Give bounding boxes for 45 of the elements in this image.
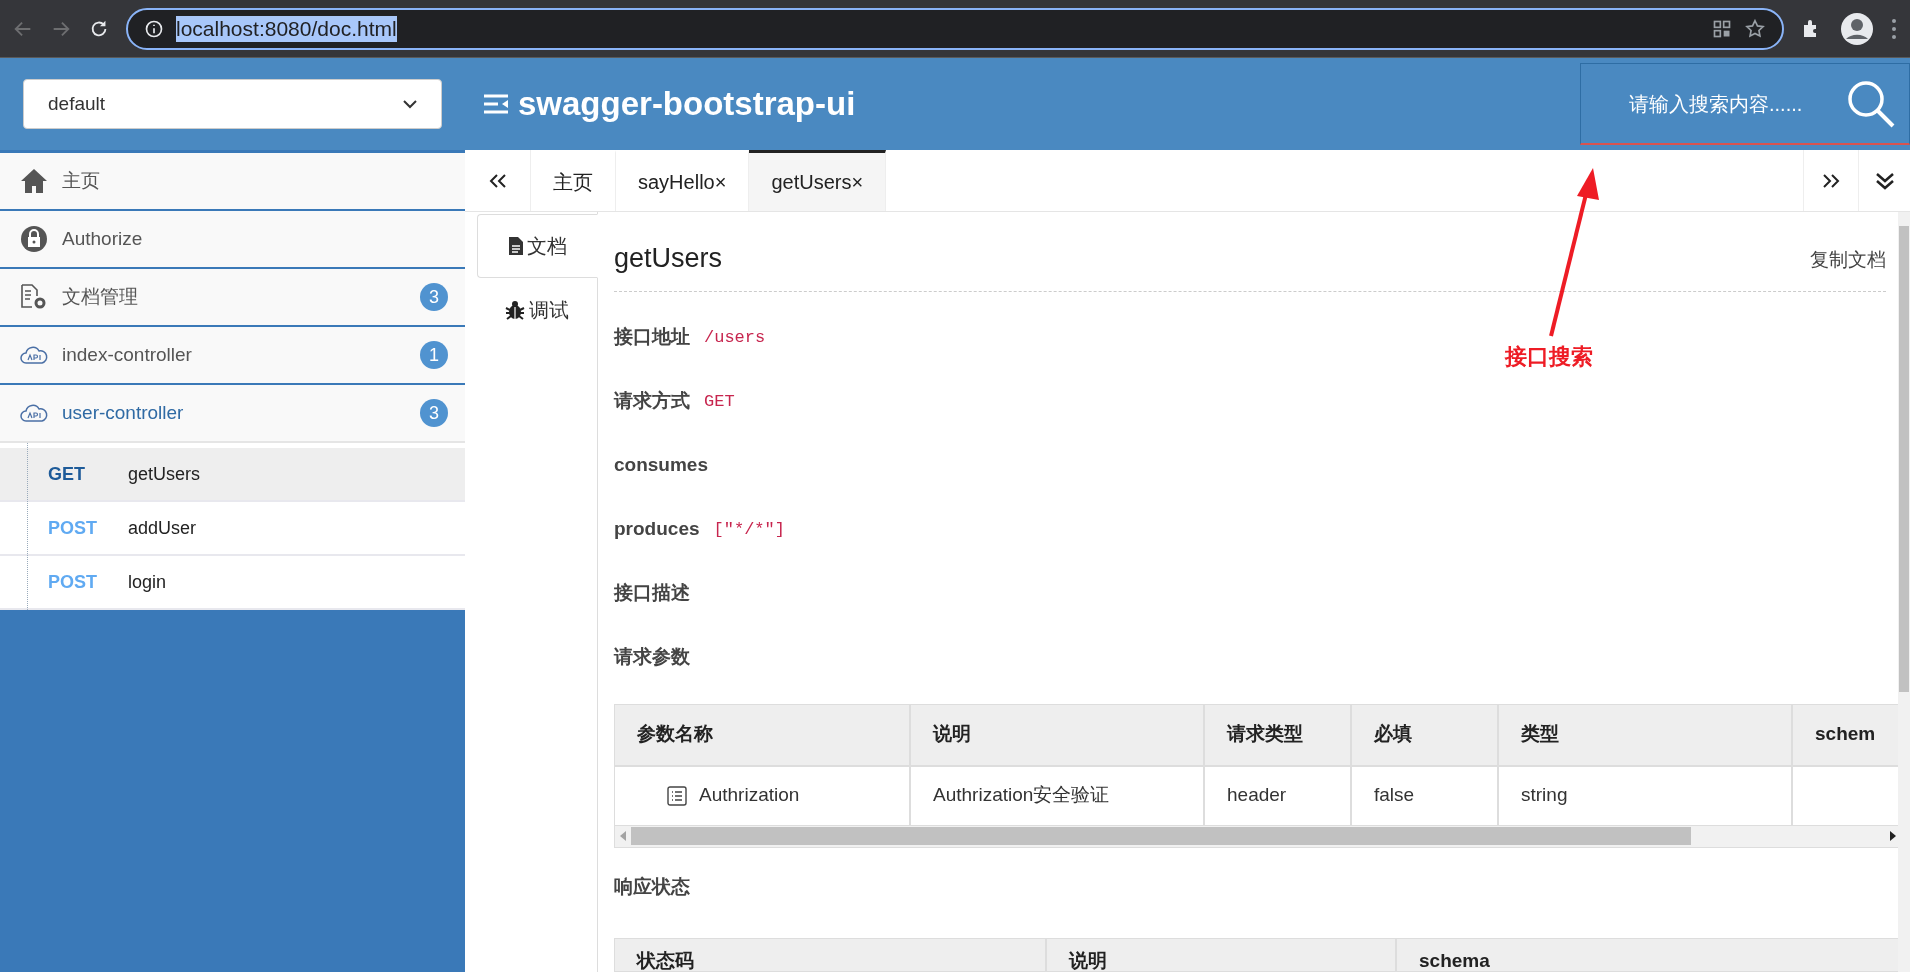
app-title: swagger-bootstrap-ui [518, 84, 856, 125]
column-header: schem [1791, 704, 1881, 765]
field-value: /users [704, 326, 766, 349]
close-icon[interactable]: × [714, 167, 727, 197]
url-text: localhost:8080/doc.html [176, 15, 397, 42]
field-label: 接口描述 [614, 581, 690, 606]
group-select[interactable]: default [23, 79, 442, 129]
count-badge: 1 [420, 341, 448, 369]
table-cell-text: header [1227, 783, 1287, 808]
annotation-label: 接口搜索 [1505, 343, 1593, 371]
table-cell-text: string [1521, 783, 1568, 808]
column-header: 状态码 [635, 948, 695, 971]
sidebar-item[interactable]: 主页 [0, 153, 465, 211]
column-header: 必填 [1350, 704, 1497, 765]
column-header: 说明 [1045, 938, 1395, 971]
copy-doc-link[interactable]: 复制文档 [1810, 246, 1886, 279]
side-tab[interactable]: 调试 [477, 278, 597, 342]
endpoint-item[interactable]: GET getUsers [0, 448, 465, 502]
table-cell-text: false [1374, 783, 1415, 808]
count-badge: 3 [420, 399, 448, 427]
column-header: 说明 [909, 704, 1203, 765]
table-cell-text: Authrization安全验证 [933, 783, 1110, 808]
table-cell-text: Authrization [699, 783, 800, 808]
count-badge: 3 [420, 283, 448, 311]
field-label: 请求参数 [614, 645, 690, 670]
sidebar-item[interactable]: Authorize [0, 211, 465, 269]
section-heading: 响应状态 [614, 875, 691, 899]
sidebar-item[interactable]: 文档管理 3 [0, 269, 465, 327]
address-bar[interactable]: localhost:8080/doc.html [126, 7, 1784, 50]
column-header: 请求类型 [1203, 704, 1350, 765]
sidebar-item[interactable]: user-controller 3 [0, 385, 465, 443]
side-tab[interactable]: 文档 [477, 214, 598, 278]
field-label: 请求方式 [614, 389, 690, 414]
column-header: 参数名称 [636, 722, 714, 747]
field-label: consumes [614, 453, 708, 478]
field-label: produces [614, 517, 700, 542]
field-value: ["*/*"] [713, 518, 785, 541]
doc-title: getUsers [614, 242, 723, 275]
tab[interactable]: getUsers× [749, 150, 887, 211]
sidebar-item[interactable]: index-controller 1 [0, 327, 465, 385]
field-label: 接口地址 [614, 325, 690, 350]
field-value: GET [704, 390, 735, 413]
close-icon[interactable]: × [851, 167, 864, 197]
search-field[interactable]: 请输入搜索内容...... [1629, 88, 1839, 119]
column-header: 类型 [1497, 704, 1791, 765]
